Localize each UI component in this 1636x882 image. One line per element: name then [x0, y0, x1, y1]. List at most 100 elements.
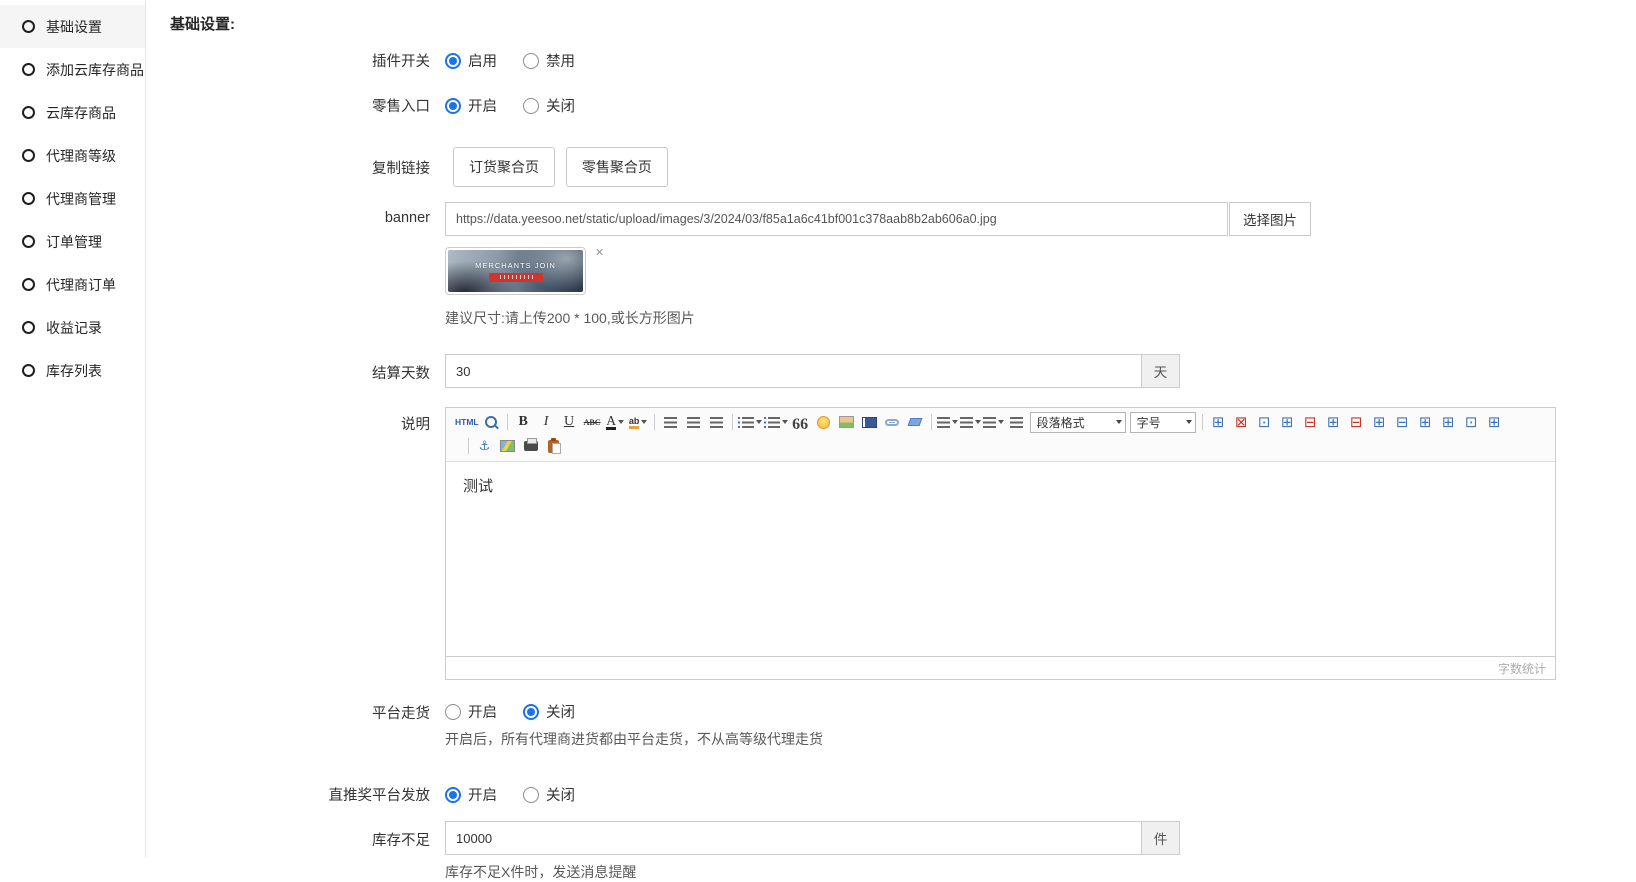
row-direct-reward: 直推奖平台发放 开启 关闭	[147, 784, 1636, 805]
circle-icon	[22, 149, 35, 162]
choose-image-button[interactable]: 选择图片	[1229, 202, 1311, 236]
editor-content-area[interactable]: 测试	[446, 462, 1555, 656]
map-image-icon[interactable]	[497, 436, 518, 457]
cell-split-col-icon[interactable]: ⊞	[1415, 412, 1436, 433]
sidebar-item-agent-orders[interactable]: 代理商订单	[0, 263, 145, 306]
align-left-icon[interactable]	[660, 412, 681, 433]
circle-icon	[22, 278, 35, 291]
radio-checked-icon	[523, 704, 539, 720]
platform-ship-open-option[interactable]: 开启	[445, 701, 497, 722]
table-prop-icon[interactable]: ⊡	[1254, 412, 1275, 433]
row-delete-icon[interactable]: ⊟	[1300, 412, 1321, 433]
table-full-icon[interactable]: ⊞	[1484, 412, 1505, 433]
word-count-label: 字数统计	[1498, 660, 1546, 677]
insert-link-icon[interactable]	[882, 412, 903, 433]
font-size-select[interactable]: 字号	[1130, 412, 1196, 433]
sidebar-item-income-records[interactable]: 收益记录	[0, 306, 145, 349]
cell-split-row-icon[interactable]: ⊟	[1392, 412, 1413, 433]
paste-icon[interactable]	[543, 436, 564, 457]
settings-panel: 基础设置: 插件开关 启用 禁用 零售入口 开启 关闭	[147, 0, 1636, 882]
paragraph-format-select[interactable]: 段落格式	[1030, 412, 1126, 433]
banner-thumbnail[interactable]: MERCHANTS JOIN	[445, 247, 586, 295]
sidebar-item-label: 云库存商品	[46, 103, 116, 123]
remove-format-icon[interactable]	[905, 412, 926, 433]
separator	[654, 414, 655, 430]
indent-icon[interactable]	[1006, 412, 1027, 433]
align-center-icon[interactable]	[683, 412, 704, 433]
low-stock-hint: 库存不足X件时，发送消息提醒	[445, 862, 1180, 882]
html-source-icon[interactable]: HTML	[455, 412, 479, 433]
table-header-icon[interactable]: ⊞	[1438, 412, 1459, 433]
cell-merge-icon[interactable]: ⊞	[1369, 412, 1390, 433]
sidebar-item-order-management[interactable]: 订单管理	[0, 220, 145, 263]
editor-status-bar: 字数统计	[446, 656, 1555, 679]
align-right-icon[interactable]	[706, 412, 727, 433]
row-description: 说明 HTML B I U ABC A ab	[147, 407, 1636, 680]
separator	[507, 414, 508, 430]
editor-toolbar-row-2: ⚓	[454, 434, 1551, 458]
sidebar-item-agent-management[interactable]: 代理商管理	[0, 177, 145, 220]
platform-ship-close-option[interactable]: 关闭	[523, 701, 575, 722]
row-settle-days: 结算天数 天	[147, 354, 1636, 388]
banner-url-input[interactable]	[445, 202, 1228, 236]
sidebar-item-label: 基础设置	[46, 17, 102, 37]
field-label: 零售入口	[147, 95, 430, 116]
unit-addon-piece: 件	[1142, 821, 1180, 855]
row-insert-above-icon[interactable]: ⊞	[1277, 412, 1298, 433]
sidebar-item-cloud-stock-goods[interactable]: 云库存商品	[0, 91, 145, 134]
plugin-switch-radio-group: 启用 禁用	[445, 50, 575, 71]
insert-media-icon[interactable]	[859, 412, 880, 433]
table-insert-icon[interactable]: ⊞	[1208, 412, 1229, 433]
line-height-icon[interactable]	[937, 412, 958, 433]
settle-days-input[interactable]	[445, 354, 1142, 388]
row-platform-ship: 平台走货 开启 关闭 开启后，所有代理商进货都由平台走货，不从高等级代理走货	[147, 701, 1636, 749]
circle-icon	[22, 364, 35, 377]
editor-toolbar-row-1: HTML B I U ABC A ab 66	[454, 410, 1551, 434]
insert-image-icon[interactable]	[836, 412, 857, 433]
highlight-icon[interactable]: ab	[628, 412, 649, 433]
low-stock-input-group: 件	[445, 821, 1180, 855]
plugin-switch-disable-option[interactable]: 禁用	[523, 50, 575, 71]
preview-icon[interactable]	[481, 412, 502, 433]
italic-icon[interactable]: I	[536, 412, 557, 433]
low-stock-input[interactable]	[445, 821, 1142, 855]
remove-image-icon[interactable]: ✕	[595, 247, 604, 259]
plugin-switch-enable-option[interactable]: 启用	[445, 50, 497, 71]
radio-checked-icon	[445, 53, 461, 69]
cell-prop-icon[interactable]: ⊡	[1461, 412, 1482, 433]
emoticon-icon[interactable]	[813, 412, 834, 433]
vertical-align-icon[interactable]	[960, 412, 981, 433]
platform-ship-hint: 开启后，所有代理商进货都由平台走货，不从高等级代理走货	[445, 729, 823, 749]
sidebar-item-stock-list[interactable]: 库存列表	[0, 349, 145, 392]
direct-reward-open-option[interactable]: 开启	[445, 784, 497, 805]
retail-aggregate-page-button[interactable]: 零售聚合页	[566, 147, 668, 187]
sidebar-item-add-cloud-stock-goods[interactable]: 添加云库存商品	[0, 48, 145, 91]
ordered-list-icon[interactable]	[738, 412, 762, 433]
thumb-red-badge	[489, 273, 543, 282]
sidebar: 基础设置 添加云库存商品 云库存商品 代理商等级 代理商管理 订单管理 代理商订…	[0, 0, 146, 857]
print-icon[interactable]	[520, 436, 541, 457]
radio-unchecked-icon	[523, 53, 539, 69]
anchor-icon[interactable]: ⚓	[474, 436, 495, 457]
unordered-list-icon[interactable]	[764, 412, 788, 433]
field-label: 直推奖平台发放	[147, 784, 430, 805]
retail-entry-close-option[interactable]: 关闭	[523, 95, 575, 116]
strikethrough-icon[interactable]: ABC	[582, 412, 603, 433]
order-aggregate-page-button[interactable]: 订货聚合页	[453, 147, 555, 187]
radio-checked-icon	[445, 787, 461, 803]
col-insert-left-icon[interactable]: ⊞	[1323, 412, 1344, 433]
underline-icon[interactable]: U	[559, 412, 580, 433]
table-delete-icon[interactable]: ⊠	[1231, 412, 1252, 433]
sidebar-item-basic-settings[interactable]: 基础设置	[0, 5, 145, 48]
retail-entry-open-option[interactable]: 开启	[445, 95, 497, 116]
font-color-icon[interactable]: A	[605, 412, 626, 433]
editor-toolbar: HTML B I U ABC A ab 66	[446, 408, 1555, 462]
field-label: 平台走货	[147, 701, 430, 723]
paragraph-spacing-icon[interactable]	[983, 412, 1004, 433]
direct-reward-close-option[interactable]: 关闭	[523, 784, 575, 805]
blockquote-icon[interactable]: 66	[790, 409, 811, 436]
bold-icon[interactable]: B	[513, 412, 534, 433]
sidebar-item-agent-level[interactable]: 代理商等级	[0, 134, 145, 177]
col-delete-icon[interactable]: ⊟	[1346, 412, 1367, 433]
unit-addon-day: 天	[1142, 354, 1180, 388]
